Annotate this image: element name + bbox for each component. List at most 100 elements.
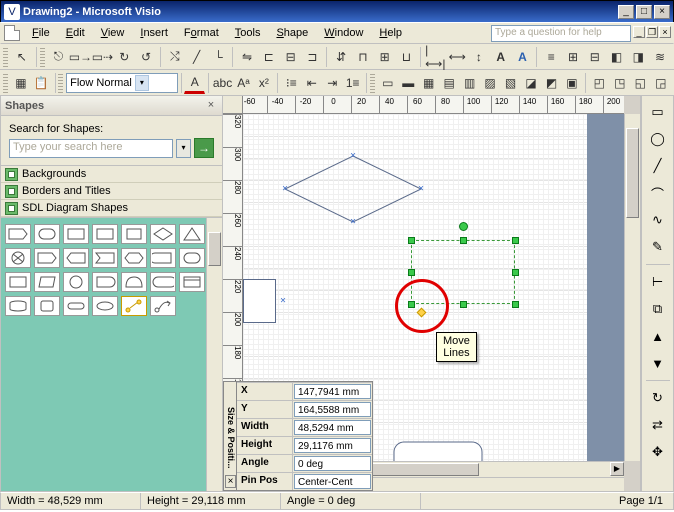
fill2-icon[interactable]: ◩ (541, 72, 561, 94)
doc-close[interactable]: × (659, 26, 671, 38)
stencil-borders[interactable]: Borders and Titles (1, 183, 222, 200)
shape-master[interactable] (5, 248, 31, 268)
connection-point-icon[interactable]: × (418, 186, 425, 193)
shape-master[interactable] (179, 224, 205, 244)
grip[interactable] (3, 46, 8, 68)
resize-handle[interactable] (408, 269, 415, 276)
shape-master[interactable] (179, 272, 205, 292)
shape-master[interactable] (150, 272, 176, 292)
rotation-handle[interactable] (459, 222, 468, 231)
align-left-icon[interactable]: ⊏ (258, 46, 280, 68)
small-caps-icon[interactable]: Aᵃ (233, 72, 253, 94)
partial-rect-shape[interactable] (243, 279, 276, 323)
connect-ab-icon[interactable]: ⎋ (48, 46, 70, 68)
group-icon[interactable]: ⊞ (562, 46, 584, 68)
rectangle-tool-icon[interactable]: ▭ (646, 100, 670, 124)
dist-h-icon[interactable]: |⟷| (424, 46, 446, 68)
pencil-tool-icon[interactable]: ✎ (646, 235, 670, 259)
close-button[interactable]: × (654, 5, 670, 19)
connection-point-icon[interactable]: × (350, 153, 357, 160)
size-position-close[interactable]: × (225, 475, 236, 488)
shape-master[interactable] (92, 248, 118, 268)
menu-tools[interactable]: Tools (227, 24, 269, 42)
shape-master[interactable] (63, 248, 89, 268)
indent-inc-icon[interactable]: ⇥ (322, 72, 342, 94)
stencil-scrollbar[interactable] (206, 218, 222, 491)
connection-point-icon[interactable]: × (280, 298, 287, 305)
border5-icon[interactable]: ▥ (459, 72, 479, 94)
vertical-scrollbar[interactable] (624, 114, 640, 461)
style-combo[interactable]: Flow Normal▾ (66, 73, 177, 93)
menu-insert[interactable]: Insert (132, 24, 176, 42)
paste-icon[interactable]: 📋 (31, 72, 51, 94)
fill-icon[interactable]: ◪ (521, 72, 541, 94)
shape-master[interactable] (34, 224, 60, 244)
flip-h-icon[interactable]: ⇋ (236, 46, 258, 68)
text2-icon[interactable]: A (512, 46, 534, 68)
shapes-close-icon[interactable]: × (204, 99, 218, 113)
shape-master[interactable] (63, 296, 89, 316)
align-bottom-icon[interactable]: ⊔ (396, 46, 418, 68)
corner2-icon[interactable]: ◳ (610, 72, 630, 94)
shape-master[interactable] (150, 248, 176, 268)
shape-master[interactable] (121, 248, 147, 268)
grip[interactable] (58, 72, 63, 94)
corner4-icon[interactable]: ◲ (651, 72, 671, 94)
resize-handle[interactable] (512, 301, 519, 308)
menu-window[interactable]: Window (316, 24, 371, 42)
grid-icon[interactable]: ▦ (11, 72, 31, 94)
align-middle-icon[interactable]: ⊞ (374, 46, 396, 68)
send-back-icon[interactable]: ▼ (646, 351, 670, 375)
hscroll-track[interactable]: ◀▶ (354, 462, 624, 477)
grip[interactable] (40, 46, 45, 68)
resize-handle[interactable] (408, 237, 415, 244)
diamond-shape[interactable] (283, 154, 423, 224)
rotate-tool-icon[interactable]: ↻ (646, 386, 670, 410)
bullets-icon[interactable]: ⁝≡ (281, 72, 301, 94)
line-tool-icon[interactable]: ╱ (646, 154, 670, 178)
grip[interactable] (3, 72, 8, 94)
resize-handle[interactable] (512, 269, 519, 276)
menu-file[interactable]: FFileile (24, 24, 58, 42)
connect-arrow-icon[interactable]: ▭→ (69, 46, 91, 68)
shape-master[interactable] (34, 248, 60, 268)
search-go-button[interactable]: → (194, 138, 214, 158)
shape-master[interactable] (92, 224, 118, 244)
shape-ops-icon[interactable]: ◧ (606, 46, 628, 68)
rotate-cw-icon[interactable]: ↻ (113, 46, 135, 68)
superscript-icon[interactable]: x² (254, 72, 274, 94)
menu-edit[interactable]: Edit (58, 24, 93, 42)
shape-master[interactable] (121, 224, 147, 244)
ungroup-icon[interactable]: ⊟ (584, 46, 606, 68)
stencil-sdl[interactable]: SDL Diagram Shapes (1, 200, 222, 217)
rotate-ccw-icon[interactable]: ↺ (135, 46, 157, 68)
connect-b-icon[interactable]: ▭⇢ (91, 46, 113, 68)
doc-minimize[interactable]: _ (633, 26, 645, 38)
shape-master[interactable] (92, 272, 118, 292)
minimize-button[interactable]: _ (618, 5, 634, 19)
ellipse-tool-icon[interactable]: ◯ (646, 127, 670, 151)
bring-front-icon[interactable]: ▲ (646, 324, 670, 348)
shape-master[interactable] (92, 296, 118, 316)
connection-point-icon[interactable]: × (350, 219, 357, 226)
corner3-icon[interactable]: ◱ (630, 72, 650, 94)
text-block-icon[interactable]: abc (212, 72, 233, 94)
sp-value[interactable]: 147,7941 mm (294, 384, 371, 399)
sp-value[interactable]: Center-Cent (294, 474, 371, 489)
shape-master[interactable] (34, 296, 60, 316)
menu-shape[interactable]: Shape (268, 24, 316, 42)
font-color-icon[interactable]: A (184, 72, 204, 94)
shape-master[interactable] (34, 272, 60, 292)
help-search[interactable]: Type a question for help (491, 25, 631, 42)
dist-h2-icon[interactable]: ⟷ (446, 46, 468, 68)
menu-help[interactable]: Help (371, 24, 410, 42)
terminator-shape[interactable] (393, 441, 483, 461)
connection-point-icon[interactable]: × (282, 186, 289, 193)
maximize-button[interactable]: □ (636, 5, 652, 19)
flip-tool-icon[interactable]: ⇄ (646, 413, 670, 437)
border4-icon[interactable]: ▤ (439, 72, 459, 94)
corner-icon[interactable]: └ (207, 46, 229, 68)
menu-view[interactable]: View (93, 24, 133, 42)
sp-value[interactable]: 164,5588 mm (294, 402, 371, 417)
numbering-icon[interactable]: 1≡ (342, 72, 362, 94)
